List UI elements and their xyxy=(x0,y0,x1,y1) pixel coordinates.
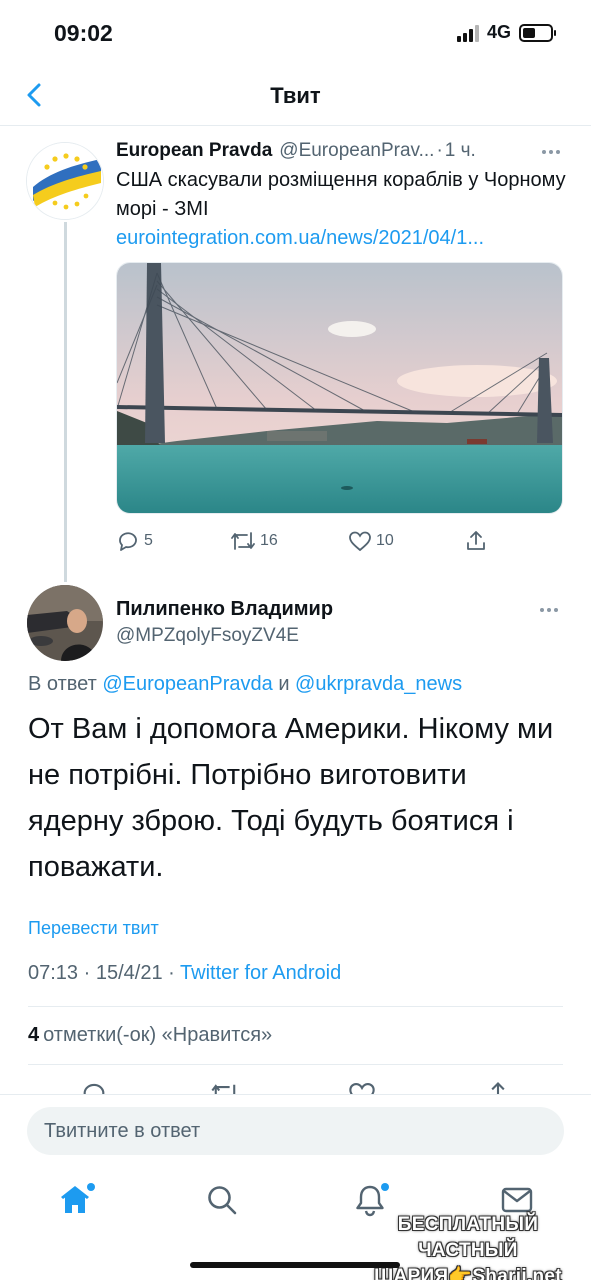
reply-context: В ответ @EuropeanPravda и @ukrpravda_new… xyxy=(28,673,462,696)
tab-home[interactable] xyxy=(57,1182,95,1218)
share-icon xyxy=(467,531,485,550)
search-icon xyxy=(208,1186,237,1215)
tweet-text: От Вам і допомога Америки. Нікому ми не … xyxy=(28,713,554,883)
author-handle[interactable]: @MPZqolyFsoyZV4E xyxy=(116,625,299,647)
status-bar: 09:02 4G xyxy=(0,0,591,66)
status-indicators: 4G xyxy=(456,22,556,43)
watermark: БЕСПЛАТНЫЙ ЧАСТНЫЙ ШАРИЯ👉Sharij.net xyxy=(359,1212,577,1280)
tweet-date: 15/4/21 xyxy=(95,962,163,984)
divider xyxy=(28,1006,563,1007)
divider xyxy=(28,1064,563,1065)
share-action[interactable] xyxy=(464,529,488,553)
battery-icon xyxy=(519,23,556,42)
status-time: 09:02 xyxy=(54,20,113,46)
quoted-tweet-header: European Pravda @EuropeanPrav... · 1 ч. xyxy=(116,140,566,162)
mention-link[interactable]: @ukrpravda_news xyxy=(295,673,462,695)
bridge-photo xyxy=(117,263,562,513)
reply-icon xyxy=(119,532,137,551)
page-title: Твит xyxy=(270,83,321,108)
reply-action[interactable]: 5 xyxy=(116,529,153,553)
retweet-action[interactable]: 16 xyxy=(230,529,278,553)
tweet-image[interactable] xyxy=(116,262,563,514)
separator: · xyxy=(168,962,175,984)
retweet-count: 16 xyxy=(260,532,278,549)
user-photo xyxy=(27,585,103,661)
article-link[interactable]: eurointegration.com.ua/news/2021/04/1... xyxy=(116,224,566,253)
avatar-european-pravda[interactable] xyxy=(26,142,104,220)
like-count: 10 xyxy=(376,532,394,549)
reply-input[interactable]: Твитните в ответ xyxy=(27,1107,564,1155)
like-action[interactable]: 10 xyxy=(348,529,394,553)
notifications-dot xyxy=(381,1183,389,1191)
likes-summary[interactable]: 4 отметки(-ок) «Нравится» xyxy=(28,1024,272,1047)
tweet-time: 07:13 xyxy=(28,962,79,984)
mention-link[interactable]: @EuropeanPravda xyxy=(102,673,272,695)
signal-icon xyxy=(456,24,479,42)
avatar-user[interactable] xyxy=(27,585,103,661)
reply-count: 5 xyxy=(144,532,153,549)
more-dots-icon[interactable] xyxy=(542,144,566,160)
home-indicator xyxy=(190,1262,400,1268)
more-dots-icon[interactable] xyxy=(540,602,564,618)
likes-count: 4 xyxy=(28,1024,40,1046)
translate-link[interactable]: Перевести твит xyxy=(28,918,159,939)
likes-label: отметки(-ок) «Нравится» xyxy=(43,1024,273,1046)
home-notification-dot xyxy=(87,1183,95,1191)
quoted-tweet-actions: 5 16 10 xyxy=(116,526,566,556)
compose-bar: Твитните в ответ xyxy=(0,1094,591,1166)
separator: · xyxy=(83,962,91,984)
reply-prefix: В ответ xyxy=(28,673,97,695)
tab-search[interactable] xyxy=(204,1182,240,1218)
separator: · xyxy=(436,140,443,161)
european-pravda-logo xyxy=(27,143,103,219)
like-icon xyxy=(349,531,371,552)
retweet-icon xyxy=(231,532,255,550)
quoted-tweet-text: США скасували розміщення кораблів у Чорн… xyxy=(116,169,566,220)
network-type: 4G xyxy=(486,22,511,42)
watermark-line-1: БЕСПЛАТНЫЙ ЧАСТНЫЙ xyxy=(397,1214,539,1261)
tweet-time: 1 ч. xyxy=(444,140,476,161)
author-handle[interactable]: @EuropeanPrav... xyxy=(279,140,434,162)
author-name[interactable]: European Pravda xyxy=(116,140,272,162)
reply-and: и xyxy=(278,673,290,695)
quoted-tweet[interactable]: European Pravda @EuropeanPrav... · 1 ч. … xyxy=(116,140,566,556)
nav-bar: Твит xyxy=(0,66,591,126)
tweet-meta: 07:13 · 15/4/21 · Twitter for Android xyxy=(28,962,341,985)
thread-line xyxy=(64,222,67,582)
source-link[interactable]: Twitter for Android xyxy=(180,962,341,984)
author-name[interactable]: Пилипенко Владимир xyxy=(116,598,333,621)
